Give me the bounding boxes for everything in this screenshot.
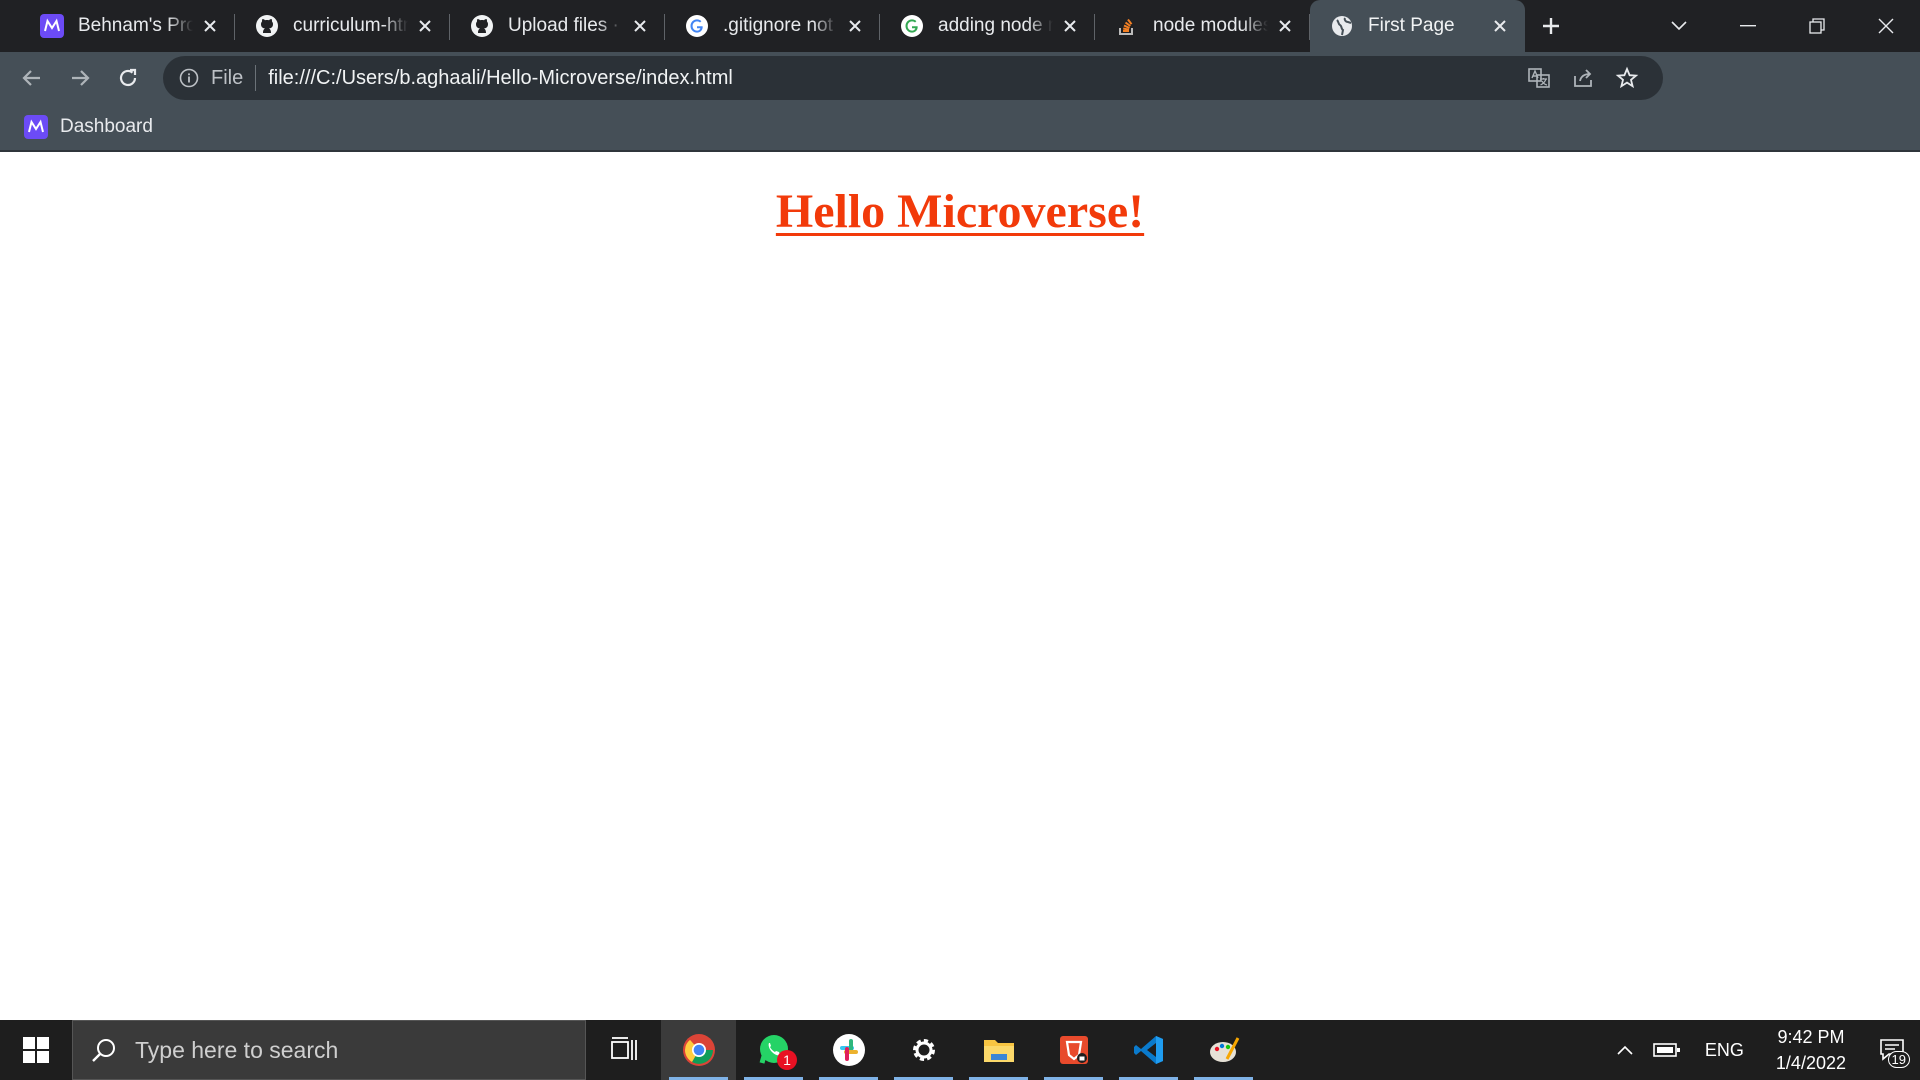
notification-badge: 1 bbox=[777, 1050, 797, 1070]
folder-icon bbox=[983, 1040, 1014, 1062]
task-view-icon bbox=[610, 1037, 637, 1060]
new-tab-button[interactable] bbox=[1525, 0, 1577, 52]
reload-icon bbox=[119, 68, 137, 87]
close-icon[interactable] bbox=[844, 15, 866, 37]
tab-first-page[interactable]: First Page bbox=[1310, 0, 1525, 52]
stackoverflow-icon bbox=[1115, 14, 1139, 38]
paint-palette-icon bbox=[1209, 1037, 1239, 1062]
github-icon bbox=[470, 14, 494, 38]
taskbar-paint[interactable] bbox=[1186, 1020, 1261, 1080]
slack-icon bbox=[832, 1034, 865, 1066]
restore-icon bbox=[1808, 18, 1825, 34]
bookmark-label: Dashboard bbox=[60, 116, 153, 137]
taskbar-file-explorer[interactable] bbox=[961, 1020, 1036, 1080]
search-placeholder: Type here to search bbox=[135, 1036, 339, 1063]
restore-button[interactable] bbox=[1782, 0, 1851, 52]
url-text[interactable]: file:///C:/Users/b.aghaali/Hello-Microve… bbox=[268, 67, 1517, 90]
close-icon[interactable] bbox=[629, 15, 651, 37]
input-language[interactable]: ENG bbox=[1691, 1040, 1758, 1061]
chevron-up-icon bbox=[1617, 1045, 1633, 1055]
clock-time: 9:42 PM bbox=[1777, 1027, 1845, 1047]
tab-title: First Page bbox=[1368, 15, 1455, 36]
google-icon bbox=[685, 14, 709, 38]
taskbar-brave[interactable] bbox=[1036, 1020, 1111, 1080]
minimize-icon bbox=[1739, 25, 1756, 27]
plus-icon bbox=[1543, 18, 1559, 34]
windows-logo-icon bbox=[23, 1037, 49, 1063]
bookmark-dashboard[interactable]: Dashboard bbox=[20, 109, 157, 145]
reload-button[interactable] bbox=[104, 54, 152, 102]
show-hidden-icons-button[interactable] bbox=[1607, 1020, 1643, 1080]
notification-count: 19 bbox=[1887, 1051, 1910, 1068]
globe-icon bbox=[1330, 14, 1354, 38]
close-icon[interactable] bbox=[1059, 15, 1081, 37]
browser-toolbar: File file:///C:/Users/b.aghaali/Hello-Mi… bbox=[0, 52, 1920, 146]
tab-upload-files[interactable]: Upload files · B bbox=[450, 0, 665, 52]
tab-behnams-prog[interactable]: Behnam's Prog bbox=[20, 0, 235, 52]
tab-curriculum[interactable]: curriculum-htm bbox=[235, 0, 450, 52]
page-viewport: Hello Microverse! bbox=[0, 154, 1920, 1020]
chevron-down-icon bbox=[1670, 21, 1687, 31]
google-icon bbox=[900, 14, 924, 38]
window-controls bbox=[1644, 0, 1920, 52]
taskbar-search-input[interactable]: Type here to search bbox=[72, 1020, 586, 1080]
tab-title: adding node m bbox=[938, 15, 1053, 36]
tab-list: Behnam's Prog curriculum-htm Upload file… bbox=[0, 0, 1525, 52]
vscode-icon bbox=[1133, 1036, 1163, 1064]
action-center-button[interactable]: 19 bbox=[1864, 1020, 1920, 1080]
start-button[interactable] bbox=[0, 1020, 72, 1080]
tab-search-button[interactable] bbox=[1644, 0, 1713, 52]
tab-title: node modules bbox=[1153, 15, 1268, 36]
star-icon[interactable] bbox=[1605, 56, 1649, 100]
bookmarks-bar: Dashboard bbox=[0, 104, 1920, 152]
taskbar-chrome[interactable] bbox=[661, 1020, 736, 1080]
back-arrow-icon bbox=[22, 70, 40, 86]
back-button[interactable] bbox=[8, 54, 56, 102]
github-icon bbox=[255, 14, 279, 38]
share-icon[interactable] bbox=[1561, 56, 1605, 100]
battery-icon bbox=[1653, 1043, 1680, 1057]
task-view-button[interactable] bbox=[586, 1020, 661, 1080]
close-icon[interactable] bbox=[414, 15, 436, 37]
windows-taskbar: Type here to search 1 ENG 9:42 PM 1/4/20… bbox=[0, 1020, 1920, 1080]
battery-button[interactable] bbox=[1643, 1020, 1691, 1080]
tab-node-modules[interactable]: node modules bbox=[1095, 0, 1310, 52]
taskbar-vscode[interactable] bbox=[1111, 1020, 1186, 1080]
tab-title: Upload files · B bbox=[508, 15, 623, 36]
chrome-icon bbox=[682, 1034, 715, 1066]
tab-gitignore[interactable]: .gitignore not w bbox=[665, 0, 880, 52]
clock-date: 1/4/2022 bbox=[1775, 1053, 1846, 1073]
tab-title: curriculum-htm bbox=[293, 15, 408, 36]
tab-title: Behnam's Prog bbox=[78, 15, 193, 36]
minimize-button[interactable] bbox=[1713, 0, 1782, 52]
info-icon[interactable] bbox=[177, 66, 201, 90]
search-icon bbox=[89, 1035, 119, 1065]
gear-icon bbox=[912, 1039, 935, 1061]
close-icon[interactable] bbox=[199, 15, 221, 37]
microverse-icon bbox=[24, 115, 48, 139]
microverse-icon bbox=[40, 14, 64, 38]
forward-button[interactable] bbox=[56, 54, 104, 102]
taskbar-settings[interactable] bbox=[886, 1020, 961, 1080]
close-icon bbox=[1878, 18, 1893, 34]
close-icon[interactable] bbox=[1489, 15, 1511, 37]
system-tray: ENG 9:42 PM 1/4/2022 19 bbox=[1607, 1020, 1920, 1080]
page-title: Hello Microverse! bbox=[775, 185, 1145, 238]
address-divider bbox=[255, 65, 257, 91]
tab-title: .gitignore not w bbox=[723, 15, 838, 36]
tab-adding-node[interactable]: adding node m bbox=[880, 0, 1095, 52]
address-bar[interactable]: File file:///C:/Users/b.aghaali/Hello-Mi… bbox=[163, 56, 1663, 100]
taskbar-slack[interactable] bbox=[811, 1020, 886, 1080]
translate-icon[interactable] bbox=[1517, 56, 1561, 100]
close-icon[interactable] bbox=[1274, 15, 1296, 37]
brave-shield-icon bbox=[1059, 1036, 1088, 1064]
url-scheme-label: File bbox=[211, 66, 244, 89]
forward-arrow-icon bbox=[72, 70, 90, 86]
tab-strip: Behnam's Prog curriculum-htm Upload file… bbox=[0, 0, 1920, 52]
taskbar-whatsapp[interactable]: 1 bbox=[736, 1020, 811, 1080]
close-window-button[interactable] bbox=[1851, 0, 1920, 52]
clock[interactable]: 9:42 PM 1/4/2022 bbox=[1758, 1024, 1864, 1076]
